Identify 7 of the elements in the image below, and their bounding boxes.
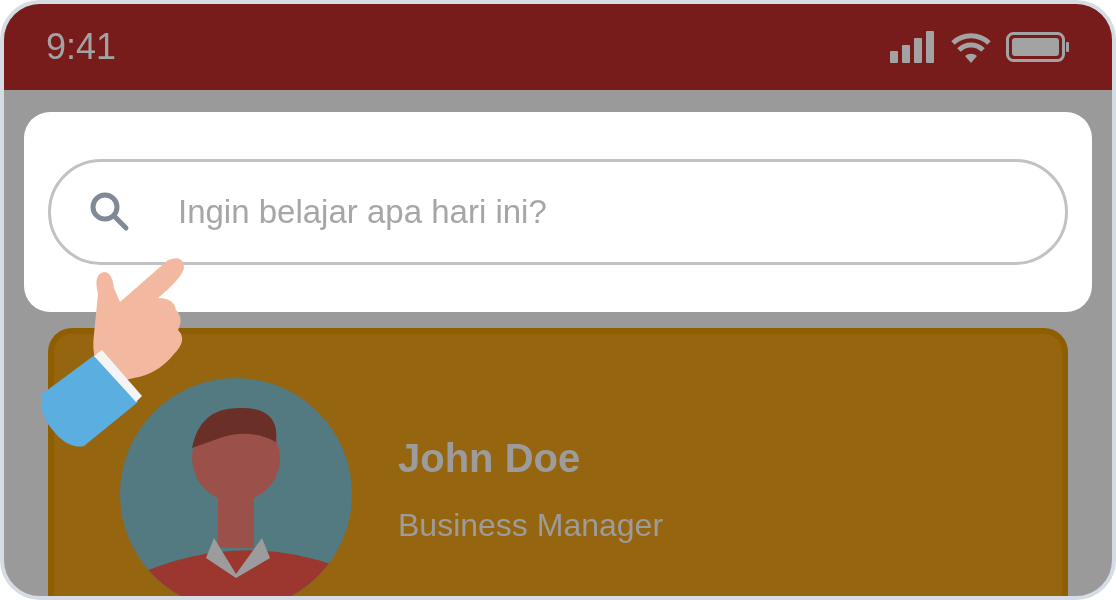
profile-name: John Doe [398,436,582,481]
profile-role: Business Manager [398,507,664,544]
battery-icon [1006,32,1070,62]
signal-icon [890,31,936,63]
wifi-icon [950,31,992,63]
search-field[interactable]: Ingin belajar apa hari ini? [48,159,1068,265]
status-time: 9:41 [46,26,117,68]
